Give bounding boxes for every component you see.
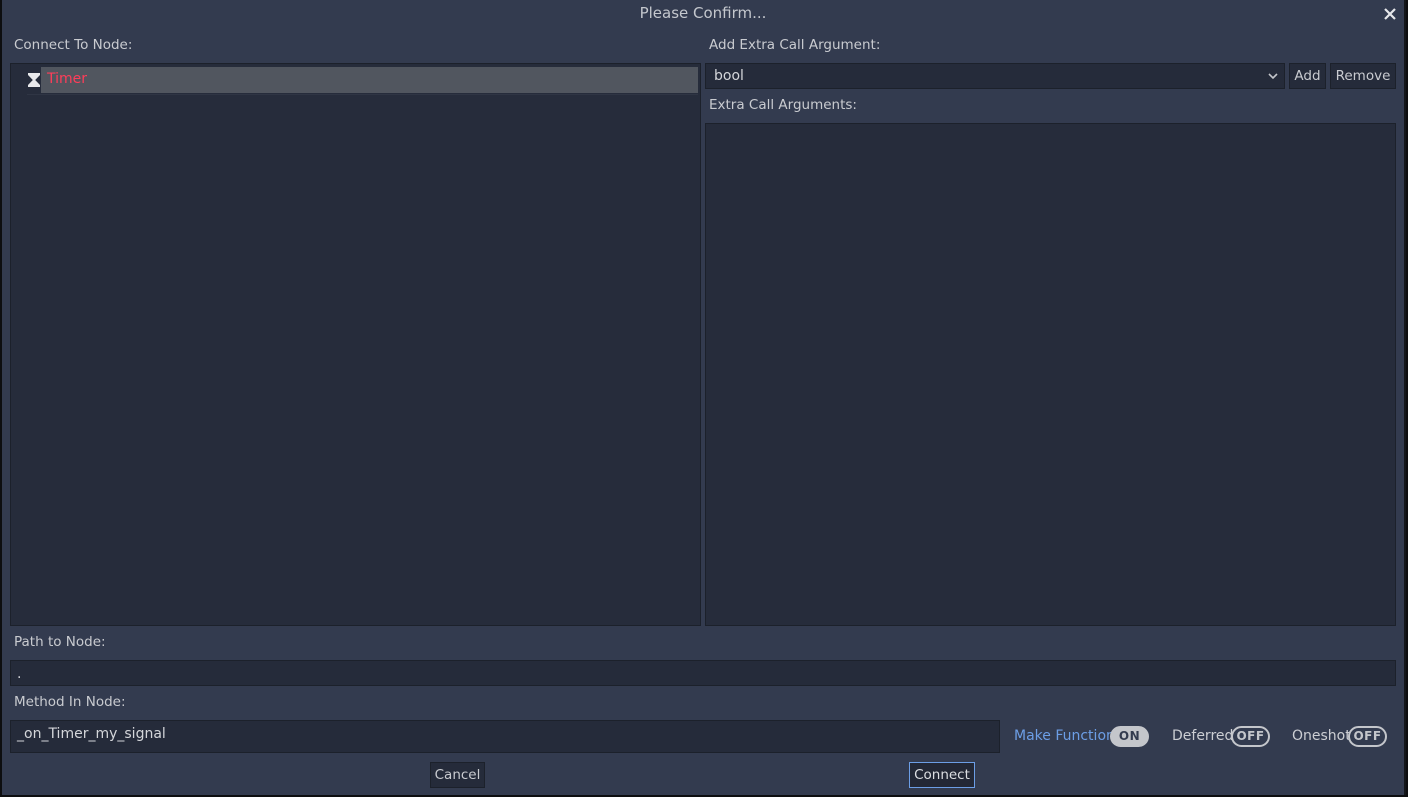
argument-type-select[interactable]: bool xyxy=(705,63,1285,89)
path-to-node-label: Path to Node: xyxy=(14,634,106,650)
path-to-node-field[interactable]: . xyxy=(10,660,1396,686)
hourglass-icon xyxy=(28,73,40,87)
make-function-switch[interactable]: ON xyxy=(1110,726,1149,747)
deferred-label: Deferred xyxy=(1172,728,1234,744)
extra-call-args-list[interactable] xyxy=(705,123,1396,626)
node-tree[interactable]: Timer xyxy=(10,63,701,626)
selection-highlight xyxy=(41,67,698,93)
connect-signal-dialog: Please Confirm... Connect To Node: Timer… xyxy=(2,0,1406,795)
connect-to-node-label: Connect To Node: xyxy=(14,37,133,53)
method-in-node-field[interactable]: _on_Timer_my_signal xyxy=(10,720,1000,753)
connect-button[interactable]: Connect xyxy=(909,762,975,788)
deferred-toggle[interactable]: Deferred OFF xyxy=(1172,724,1270,750)
extra-call-args-label: Extra Call Arguments: xyxy=(709,97,857,113)
tree-item-timer[interactable]: Timer xyxy=(27,67,698,95)
close-button[interactable] xyxy=(1380,4,1400,24)
dialog-title: Please Confirm... xyxy=(639,4,767,22)
make-function-toggle[interactable]: Make Function ON xyxy=(1014,724,1149,750)
add-extra-arg-label: Add Extra Call Argument: xyxy=(709,37,881,53)
deferred-switch[interactable]: OFF xyxy=(1231,726,1270,747)
remove-argument-button[interactable]: Remove xyxy=(1330,63,1396,89)
oneshot-toggle[interactable]: Oneshot OFF xyxy=(1292,724,1392,750)
oneshot-label: Oneshot xyxy=(1292,728,1351,744)
cancel-button[interactable]: Cancel xyxy=(430,762,485,788)
tree-item-label: Timer xyxy=(47,71,88,87)
add-argument-button[interactable]: Add xyxy=(1289,63,1326,89)
row-separator xyxy=(27,94,698,95)
chevron-down-icon xyxy=(1268,73,1278,80)
oneshot-switch[interactable]: OFF xyxy=(1348,726,1387,747)
method-in-node-label: Method In Node: xyxy=(14,694,126,710)
make-function-label: Make Function xyxy=(1014,728,1115,744)
argument-type-value: bool xyxy=(714,68,744,84)
close-icon xyxy=(1384,8,1396,20)
